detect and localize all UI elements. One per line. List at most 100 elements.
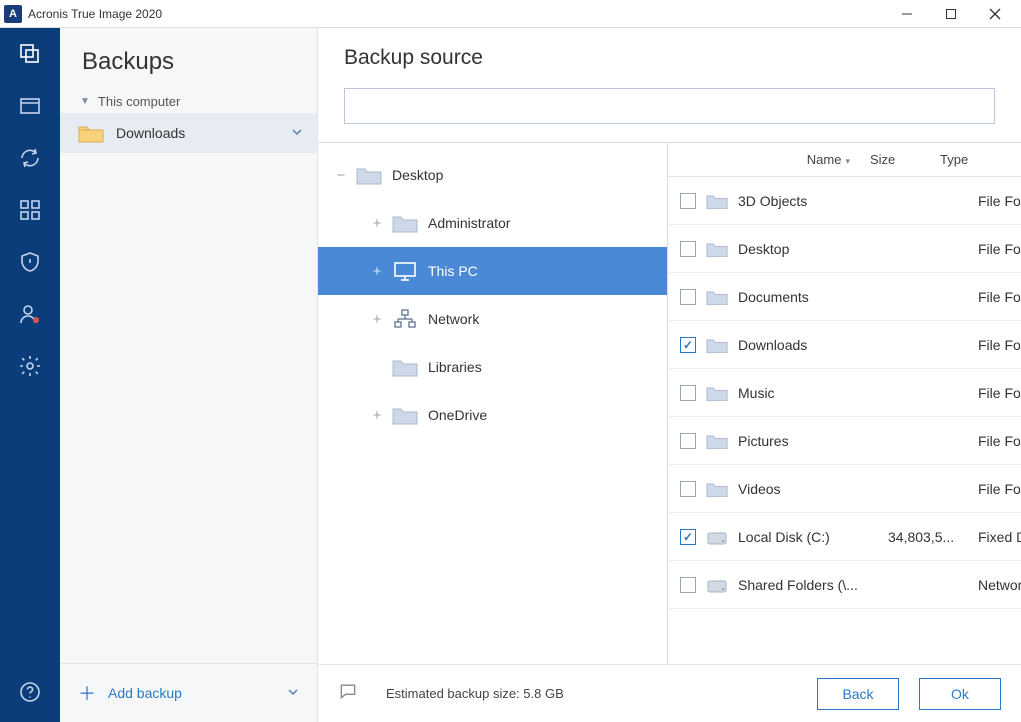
content-heading: Backup source [318, 28, 1021, 80]
list-row[interactable]: Pictures File Fold [668, 417, 1021, 465]
list-row[interactable]: Desktop File Fold [668, 225, 1021, 273]
nav-backup-icon[interactable] [16, 40, 44, 68]
row-type: File Fold [978, 241, 1021, 257]
tree-row-label: This PC [428, 263, 478, 279]
row-size: 34,803,5... [888, 529, 978, 545]
column-name[interactable]: Name▾ [680, 152, 870, 167]
disk-icon [706, 574, 728, 596]
chevron-down-icon [287, 685, 299, 701]
tree-row-label: Administrator [428, 215, 510, 231]
tree-twisty-icon[interactable]: + [368, 215, 386, 232]
tree-twisty-icon[interactable]: + [368, 407, 386, 424]
row-name: Shared Folders (\... [738, 577, 888, 593]
nav-sync-icon[interactable] [16, 144, 44, 172]
folder-icon [706, 478, 728, 500]
add-backup-label: Add backup [108, 685, 182, 701]
tree-row[interactable]: + Administrator [318, 199, 667, 247]
sidebar-item-downloads[interactable]: Downloads [60, 113, 317, 153]
folder-icon [706, 190, 728, 212]
sidebar-group[interactable]: ▼ This computer [60, 90, 317, 113]
nav-account-icon[interactable] [16, 300, 44, 328]
row-name: Documents [738, 289, 888, 305]
folder-icon [706, 430, 728, 452]
row-type: File Fold [978, 385, 1021, 401]
add-backup-button[interactable]: ＋ Add backup [60, 663, 317, 722]
row-checkbox[interactable] [680, 529, 696, 545]
row-type: Fixed D [978, 529, 1021, 545]
tree-twisty-icon[interactable]: − [332, 167, 350, 184]
sidebar-group-label: This computer [98, 94, 180, 109]
row-checkbox[interactable] [680, 193, 696, 209]
row-type: File Fold [978, 337, 1021, 353]
triangle-down-icon: ▼ [80, 96, 90, 107]
comment-icon[interactable] [338, 681, 358, 706]
tree-twisty-icon[interactable]: + [368, 263, 386, 280]
tree-twisty-icon[interactable]: + [368, 311, 386, 328]
back-button[interactable]: Back [817, 678, 899, 710]
list-row[interactable]: Shared Folders (\... Networ [668, 561, 1021, 609]
sidebar: Backups ▼ This computer Downloads ＋ Add … [60, 28, 318, 722]
list-row[interactable]: Local Disk (C:)34,803,5...Fixed D [668, 513, 1021, 561]
row-checkbox[interactable] [680, 481, 696, 497]
nav-help-icon[interactable] [16, 678, 44, 706]
chevron-down-icon [291, 125, 303, 141]
bottom-bar: Estimated backup size: 5.8 GB Back Ok [318, 664, 1021, 722]
folder-icon [706, 286, 728, 308]
list-row[interactable]: MusicFile Fold [668, 369, 1021, 417]
row-type: Networ [978, 577, 1021, 593]
row-type: File Fold [978, 433, 1021, 449]
tree-row[interactable]: +OneDrive [318, 391, 667, 439]
tree-row-label: Libraries [428, 359, 482, 375]
folder-icon [392, 212, 418, 234]
folder-icon [392, 356, 418, 378]
ok-button[interactable]: Ok [919, 678, 1001, 710]
row-name: Local Disk (C:) [738, 529, 888, 545]
list-pane: Name▾ Size Type 3D ObjectsFile FoldDeskt… [668, 143, 1021, 664]
monitor-icon [392, 260, 418, 282]
search-input[interactable] [344, 88, 995, 124]
column-size[interactable]: Size [870, 152, 940, 167]
row-checkbox[interactable] [680, 577, 696, 593]
network-icon [392, 308, 418, 330]
tree-row[interactable]: + Network [318, 295, 667, 343]
tree-pane: − Desktop + Administrator + This PC + Network Li… [318, 143, 668, 664]
nav-tools-icon[interactable] [16, 196, 44, 224]
tree-row[interactable]: − Desktop [318, 151, 667, 199]
list-row[interactable]: Videos File Fold [668, 465, 1021, 513]
app-title: Acronis True Image 2020 [28, 7, 885, 21]
list-row[interactable]: 3D Objects File Fold [668, 177, 1021, 225]
folder-icon [356, 164, 382, 186]
titlebar: A Acronis True Image 2020 [0, 0, 1021, 28]
nav-protection-icon[interactable] [16, 248, 44, 276]
tree-row[interactable]: + This PC [318, 247, 667, 295]
row-name: 3D Objects [738, 193, 888, 209]
row-checkbox[interactable] [680, 433, 696, 449]
row-name: Pictures [738, 433, 888, 449]
tree-row[interactable]: Libraries [318, 343, 667, 391]
row-checkbox[interactable] [680, 385, 696, 401]
row-name: Desktop [738, 241, 888, 257]
column-type[interactable]: Type [940, 152, 1021, 167]
tree-row-label: Desktop [392, 167, 443, 183]
row-type: File Fold [978, 193, 1021, 209]
nav-settings-icon[interactable] [16, 352, 44, 380]
nav-archive-icon[interactable] [16, 92, 44, 120]
disk-icon [706, 526, 728, 548]
row-checkbox[interactable] [680, 289, 696, 305]
app-icon: A [4, 5, 22, 23]
row-type: File Fold [978, 481, 1021, 497]
tree-row-label: Network [428, 311, 479, 327]
row-checkbox[interactable] [680, 241, 696, 257]
estimate-label: Estimated backup size: 5.8 GB [386, 686, 564, 701]
row-type: File Fold [978, 289, 1021, 305]
list-row[interactable]: Downloads File Fold [668, 321, 1021, 369]
row-name: Downloads [738, 337, 888, 353]
row-checkbox[interactable] [680, 337, 696, 353]
row-name: Videos [738, 481, 888, 497]
minimize-button[interactable] [885, 0, 929, 28]
sort-caret-icon: ▾ [845, 156, 850, 166]
list-row[interactable]: Documents File Fold [668, 273, 1021, 321]
folder-icon [706, 382, 728, 404]
maximize-button[interactable] [929, 0, 973, 28]
close-button[interactable] [973, 0, 1017, 28]
